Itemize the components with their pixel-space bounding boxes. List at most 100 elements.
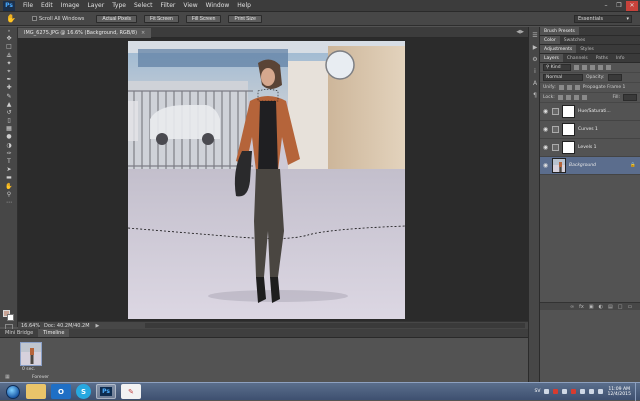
lock-image-icon[interactable] [565, 95, 571, 100]
network-icon[interactable] [589, 389, 595, 394]
paint-icon[interactable]: ✎ [121, 384, 141, 399]
eraser-tool-icon[interactable]: ▯ [2, 117, 16, 125]
layer-row[interactable]: ◉ Levels 1 [540, 139, 640, 157]
timeline-options-icon[interactable]: ▦ [5, 374, 10, 380]
menu-view[interactable]: View [179, 2, 201, 9]
tab-paths[interactable]: Paths [592, 54, 612, 62]
zoom-level[interactable]: 16.64% [18, 322, 40, 329]
scroll-all-windows-checkbox[interactable] [32, 16, 37, 21]
history-brush-tool-icon[interactable]: ↺ [2, 109, 16, 117]
eyedropper-tool-icon[interactable]: ✒ [2, 76, 16, 84]
history-icon[interactable]: ☰ [531, 32, 539, 39]
blur-tool-icon[interactable]: ● [2, 133, 16, 141]
menu-type[interactable]: Type [108, 2, 130, 9]
layer-name[interactable]: Background [569, 163, 596, 168]
character-icon[interactable]: A [531, 80, 539, 87]
close-icon[interactable]: ✕ [626, 0, 638, 11]
fill-screen-button[interactable]: Fill Screen [185, 14, 222, 23]
blend-mode-select[interactable]: Normal [543, 74, 583, 81]
path-selection-tool-icon[interactable]: ➤ [2, 166, 16, 174]
volume-icon[interactable] [598, 389, 604, 394]
tray-app-icon[interactable] [562, 389, 568, 394]
minimize-icon[interactable]: – [600, 1, 612, 11]
quick-selection-tool-icon[interactable]: ✦ [2, 60, 16, 68]
restore-icon[interactable]: ❐ [613, 1, 625, 11]
layer-name[interactable]: Curves 1 [578, 127, 598, 132]
menu-image[interactable]: Image [57, 2, 84, 9]
actions-icon[interactable]: ▶ [531, 44, 539, 51]
move-tool-icon[interactable]: ✥ [2, 35, 16, 43]
layer-row-selected[interactable]: ◉ Background 🔒 [540, 157, 640, 175]
language-indicator[interactable]: SV [535, 389, 541, 394]
background-layer-thumbnail[interactable] [552, 158, 566, 173]
menu-file[interactable]: File [19, 2, 37, 9]
layer-row[interactable]: ◉ Hue/Saturati... [540, 103, 640, 121]
photoshop-taskbar-icon[interactable]: Ps [96, 384, 116, 399]
healing-brush-tool-icon[interactable]: ✚ [2, 84, 16, 92]
lasso-tool-icon[interactable]: ⧌ [2, 52, 16, 60]
layer-name[interactable]: Levels 1 [578, 145, 597, 150]
collapse-icon[interactable]: ◀▶ [516, 29, 524, 35]
unify-visibility-icon[interactable] [566, 85, 572, 90]
document-tab[interactable]: IMG_6275.JPG @ 16.6% (Background, RGB/8)… [18, 28, 152, 38]
dodge-tool-icon[interactable]: ◑ [2, 142, 16, 150]
lock-all-icon[interactable] [581, 95, 587, 100]
collapse-icon[interactable]: » [2, 27, 16, 35]
filter-kind-select[interactable]: ⚲ Kind [543, 64, 571, 71]
fill-field[interactable] [623, 94, 637, 101]
propagate-frame-label[interactable]: Propagate Frame 1 [583, 85, 626, 90]
gradient-tool-icon[interactable]: ▦ [2, 125, 16, 133]
properties-icon[interactable]: ⚙ [531, 56, 539, 63]
menu-help[interactable]: Help [233, 2, 255, 9]
tab-adjustments[interactable]: Adjustments [540, 45, 577, 53]
eye-icon[interactable]: ◉ [542, 126, 549, 133]
document-image[interactable] [128, 41, 405, 319]
pen-tool-icon[interactable]: ✑ [2, 150, 16, 158]
tab-mini-bridge[interactable]: Mini Bridge [0, 329, 38, 337]
status-menu-icon[interactable]: ▶ [96, 323, 100, 329]
unify-position-icon[interactable] [558, 85, 564, 90]
frame-delay[interactable]: 0 sec. [22, 367, 35, 372]
background-color-swatch[interactable] [7, 314, 14, 321]
tab-info[interactable]: Info [612, 54, 629, 62]
start-button[interactable] [6, 384, 20, 399]
more-tools-icon[interactable]: ⋯ [2, 199, 16, 207]
marquee-tool-icon[interactable]: □ [2, 43, 16, 51]
timeline-frame-thumbnail[interactable] [20, 342, 42, 366]
layer-style-icon[interactable]: fx [579, 304, 584, 310]
tray-app-icon[interactable] [571, 389, 577, 394]
filter-adjustment-icon[interactable] [582, 65, 587, 70]
filter-smart-icon[interactable] [606, 65, 611, 70]
new-layer-icon[interactable]: □ [618, 304, 623, 310]
menu-window[interactable]: Window [202, 2, 234, 9]
lock-transparent-icon[interactable] [557, 95, 563, 100]
layer-mask-thumbnail[interactable] [562, 123, 575, 136]
close-icon[interactable]: × [141, 30, 145, 36]
print-size-button[interactable]: Print Size [228, 14, 262, 23]
clone-stamp-tool-icon[interactable]: ▲ [2, 101, 16, 109]
menu-select[interactable]: Select [130, 2, 157, 9]
clock[interactable]: 11:09 AM 12/4/2015 [607, 387, 631, 397]
hand-icon[interactable]: ✋ [4, 14, 18, 24]
new-adjustment-icon[interactable]: ◐ [599, 304, 603, 310]
horizontal-scrollbar[interactable] [145, 323, 525, 328]
opacity-field[interactable] [607, 74, 622, 81]
tab-layers[interactable]: Layers [540, 54, 563, 62]
layer-name[interactable]: Hue/Saturati... [578, 109, 611, 114]
tab-swatches[interactable]: Swatches [560, 36, 590, 44]
menu-edit[interactable]: Edit [37, 2, 57, 9]
rectangle-tool-icon[interactable]: ▬ [2, 174, 16, 182]
tab-brush-presets[interactable]: Brush Presets [540, 27, 579, 35]
trash-icon[interactable]: ▭ [627, 304, 632, 310]
fit-screen-button[interactable]: Fit Screen [144, 14, 179, 23]
loop-options[interactable]: Forever [32, 375, 49, 380]
tray-app-icon[interactable] [544, 389, 550, 394]
info-icon[interactable]: i [531, 68, 539, 75]
new-group-icon[interactable]: ▤ [608, 304, 613, 310]
tab-styles[interactable]: Styles [576, 45, 598, 53]
eye-icon[interactable]: ◉ [542, 144, 549, 151]
tab-timeline[interactable]: Timeline [38, 329, 70, 337]
link-layers-icon[interactable]: ∞ [570, 304, 574, 310]
skype-icon[interactable]: S [76, 384, 91, 399]
filter-shape-icon[interactable] [598, 65, 603, 70]
